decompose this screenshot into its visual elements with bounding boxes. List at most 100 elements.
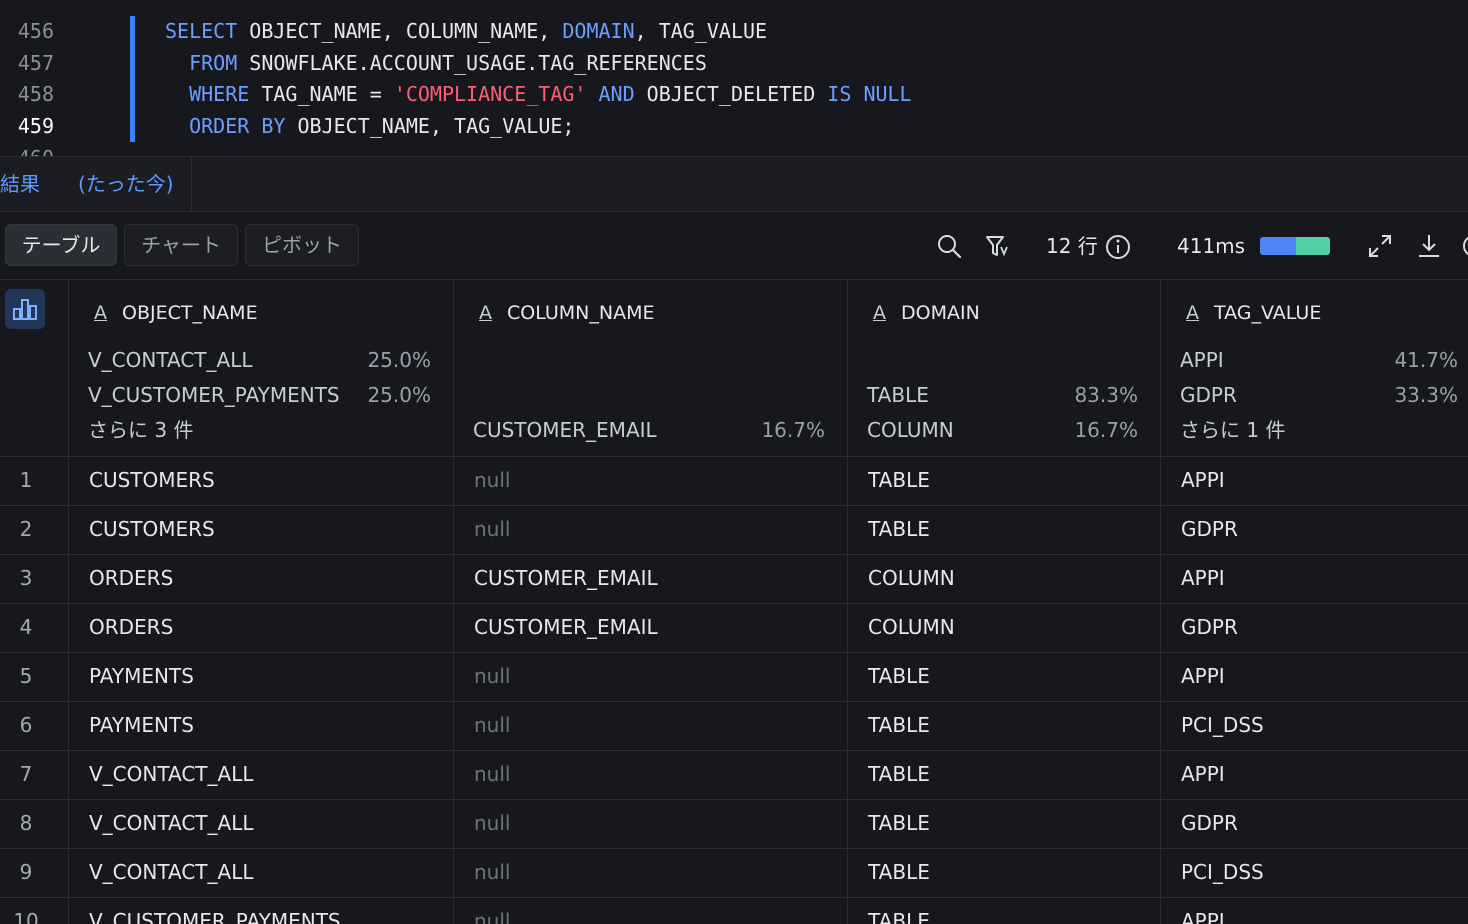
row-divider — [0, 701, 1468, 702]
table-cell[interactable]: null — [474, 516, 510, 542]
line-number: 458 — [17, 82, 54, 106]
column-header-tag-value[interactable]: A TAG_VALUE — [1186, 300, 1321, 326]
tab-table[interactable]: テーブル — [5, 224, 117, 266]
column-header-label: COLUMN_NAME — [507, 302, 655, 324]
column-divider — [453, 280, 454, 924]
row-divider — [0, 897, 1468, 898]
sql-keyword: ORDER — [189, 114, 250, 138]
row-number: 9 — [19, 860, 33, 884]
search-icon[interactable] — [935, 232, 963, 260]
table-cell[interactable]: V_CONTACT_ALL — [89, 810, 254, 836]
table-cell[interactable]: null — [474, 761, 510, 787]
table-cell[interactable]: TABLE — [868, 908, 930, 924]
table-cell[interactable]: V_CUSTOMER_PAYMENTS — [89, 908, 341, 924]
table-cell[interactable]: COLUMN — [868, 614, 955, 640]
table-cell[interactable]: COLUMN — [868, 565, 955, 591]
table-cell[interactable]: CUSTOMERS — [89, 467, 215, 493]
column-header-column-name[interactable]: A COLUMN_NAME — [479, 300, 654, 326]
column-header-domain[interactable]: A DOMAIN — [873, 300, 980, 326]
table-cell[interactable]: TABLE — [868, 761, 930, 787]
table-cell[interactable]: V_CONTACT_ALL — [89, 761, 254, 787]
code-line[interactable]: 458 WHERE TAG_NAME = 'COMPLIANCE_TAG' AN… — [0, 78, 1468, 110]
column-header-label: DOMAIN — [901, 302, 980, 324]
results-tab-bar: 結果 (たった今) — [0, 156, 1468, 212]
table-cell[interactable]: APPI — [1181, 908, 1225, 924]
results-toolbar: テーブル チャート ピボット 12 行 411ms — [0, 212, 1468, 280]
table-cell[interactable]: TABLE — [868, 810, 930, 836]
column-stat-percent: 16.7% — [1074, 418, 1138, 442]
column-stats-toggle[interactable] — [5, 289, 45, 329]
row-number: 3 — [19, 566, 33, 590]
download-icon[interactable] — [1415, 232, 1443, 260]
expand-icon[interactable] — [1366, 232, 1394, 260]
code-line[interactable]: 459 ORDER BY OBJECT_NAME, TAG_VALUE; — [0, 110, 1468, 142]
table-cell[interactable]: CUSTOMER_EMAIL — [474, 614, 658, 640]
table-cell[interactable]: GDPR — [1181, 810, 1238, 836]
sql-keyword: WHERE — [189, 82, 250, 106]
line-number: 455 — [0, 0, 54, 2]
row-number: 1 — [19, 468, 33, 492]
code-text: SELECT OBJECT_NAME, COLUMN_NAME, DOMAIN,… — [165, 15, 767, 47]
sql-token: , TAG_VALUE — [634, 19, 768, 43]
execute-segment — [1296, 237, 1330, 255]
sql-token: TAG_NAME = — [249, 82, 394, 106]
table-cell[interactable]: null — [474, 810, 510, 836]
text-type-icon: A — [94, 302, 107, 324]
table-cell[interactable]: APPI — [1181, 663, 1225, 689]
sql-keyword: BY — [261, 114, 286, 138]
row-divider — [0, 750, 1468, 751]
table-cell[interactable]: null — [474, 663, 510, 689]
table-cell[interactable]: APPI — [1181, 467, 1225, 493]
tab-pivot[interactable]: ピボット — [245, 224, 359, 266]
table-cell[interactable]: TABLE — [868, 712, 930, 738]
tab-chart[interactable]: チャート — [124, 224, 238, 266]
bar-chart-icon — [13, 299, 37, 320]
text-type-icon: A — [479, 302, 492, 324]
results-tab-label: 結果 — [0, 172, 40, 196]
table-cell[interactable]: null — [474, 712, 510, 738]
settings-icon[interactable] — [1460, 232, 1468, 260]
column-stat-percent: 41.7% — [1394, 348, 1458, 372]
column-header-object-name[interactable]: A OBJECT_NAME — [94, 300, 258, 326]
table-cell[interactable]: null — [474, 908, 510, 924]
table-cell[interactable]: PCI_DSS — [1181, 859, 1264, 885]
sql-keyword: AND — [598, 82, 635, 106]
table-cell[interactable]: APPI — [1181, 761, 1225, 787]
column-stat-value: V_CUSTOMER_PAYMENTS — [88, 383, 340, 407]
table-cell[interactable]: TABLE — [868, 663, 930, 689]
filter-icon[interactable] — [984, 232, 1012, 260]
code-line[interactable]: 457 FROM SNOWFLAKE.ACCOUNT_USAGE.TAG_REF… — [0, 47, 1468, 79]
table-cell[interactable]: TABLE — [868, 467, 930, 493]
table-cell[interactable]: GDPR — [1181, 516, 1238, 542]
sql-token: OBJECT_NAME, TAG_VALUE; — [285, 114, 575, 138]
table-cell[interactable]: APPI — [1181, 565, 1225, 591]
table-cell[interactable]: GDPR — [1181, 614, 1238, 640]
table-cell[interactable]: null — [474, 467, 510, 493]
row-number: 4 — [19, 615, 33, 639]
table-cell[interactable]: TABLE — [868, 859, 930, 885]
info-icon[interactable] — [1104, 233, 1132, 261]
table-cell[interactable]: null — [474, 859, 510, 885]
table-cell[interactable]: CUSTOMER_EMAIL — [474, 565, 658, 591]
sql-editor[interactable]: 455 456 SELECT OBJECT_NAME, COLUMN_NAME, … — [0, 0, 1468, 156]
table-cell[interactable]: CUSTOMERS — [89, 516, 215, 542]
text-type-icon: A — [1186, 302, 1199, 324]
column-stat-percent: 33.3% — [1394, 383, 1458, 407]
table-cell[interactable]: PAYMENTS — [89, 663, 194, 689]
results-tab[interactable]: 結果 (たった今) — [0, 157, 192, 212]
column-stat-value: さらに 1 件 — [1180, 418, 1286, 442]
table-cell[interactable]: V_CONTACT_ALL — [89, 859, 254, 885]
row-number: 8 — [19, 811, 33, 835]
sql-token: SNOWFLAKE.ACCOUNT_USAGE.TAG_REFERENCES — [237, 51, 707, 75]
table-cell[interactable]: PCI_DSS — [1181, 712, 1264, 738]
results-table: A OBJECT_NAME V_CONTACT_ALL 25.0% V_CUSTOMER… — [0, 280, 1468, 924]
code-line[interactable]: 456 SELECT OBJECT_NAME, COLUMN_NAME, DOMA… — [0, 15, 1468, 47]
table-cell[interactable]: TABLE — [868, 516, 930, 542]
text-type-icon: A — [873, 302, 886, 324]
table-cell[interactable]: PAYMENTS — [89, 712, 194, 738]
table-cell[interactable]: ORDERS — [89, 565, 173, 591]
row-number: 10 — [13, 909, 39, 924]
table-cell[interactable]: ORDERS — [89, 614, 173, 640]
